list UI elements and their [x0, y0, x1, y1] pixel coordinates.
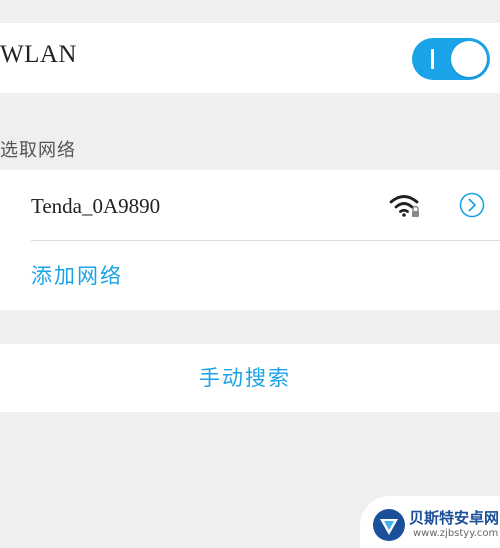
- network-name: Tenda_0A9890: [31, 194, 161, 218]
- watermark-logo-icon: [373, 509, 405, 541]
- watermark-title: 贝斯特安卓网: [409, 509, 500, 527]
- toggle-on-mark: [431, 49, 434, 69]
- wlan-label: WLAN: [0, 41, 77, 68]
- watermark-url: www.zjbstyy.com: [413, 528, 499, 539]
- wlan-row: WLAN: [0, 23, 500, 93]
- toggle-knob[interactable]: [451, 41, 487, 77]
- wlan-toggle[interactable]: [412, 38, 490, 80]
- watermark-badge: 贝斯特安卓网 www.zjbstyy.com: [360, 496, 500, 548]
- add-network-link[interactable]: 添加网络: [31, 260, 123, 290]
- manual-search-button[interactable]: 手动搜索: [0, 344, 490, 412]
- list-divider: [31, 240, 500, 241]
- chevron-right-circle-icon[interactable]: [459, 192, 485, 218]
- network-item[interactable]: Tenda_0A9890: [0, 170, 500, 240]
- wifi-locked-icon: [389, 195, 419, 217]
- choose-network-header: 选取网络: [0, 140, 76, 161]
- manual-search-row[interactable]: 手动搜索: [0, 344, 500, 412]
